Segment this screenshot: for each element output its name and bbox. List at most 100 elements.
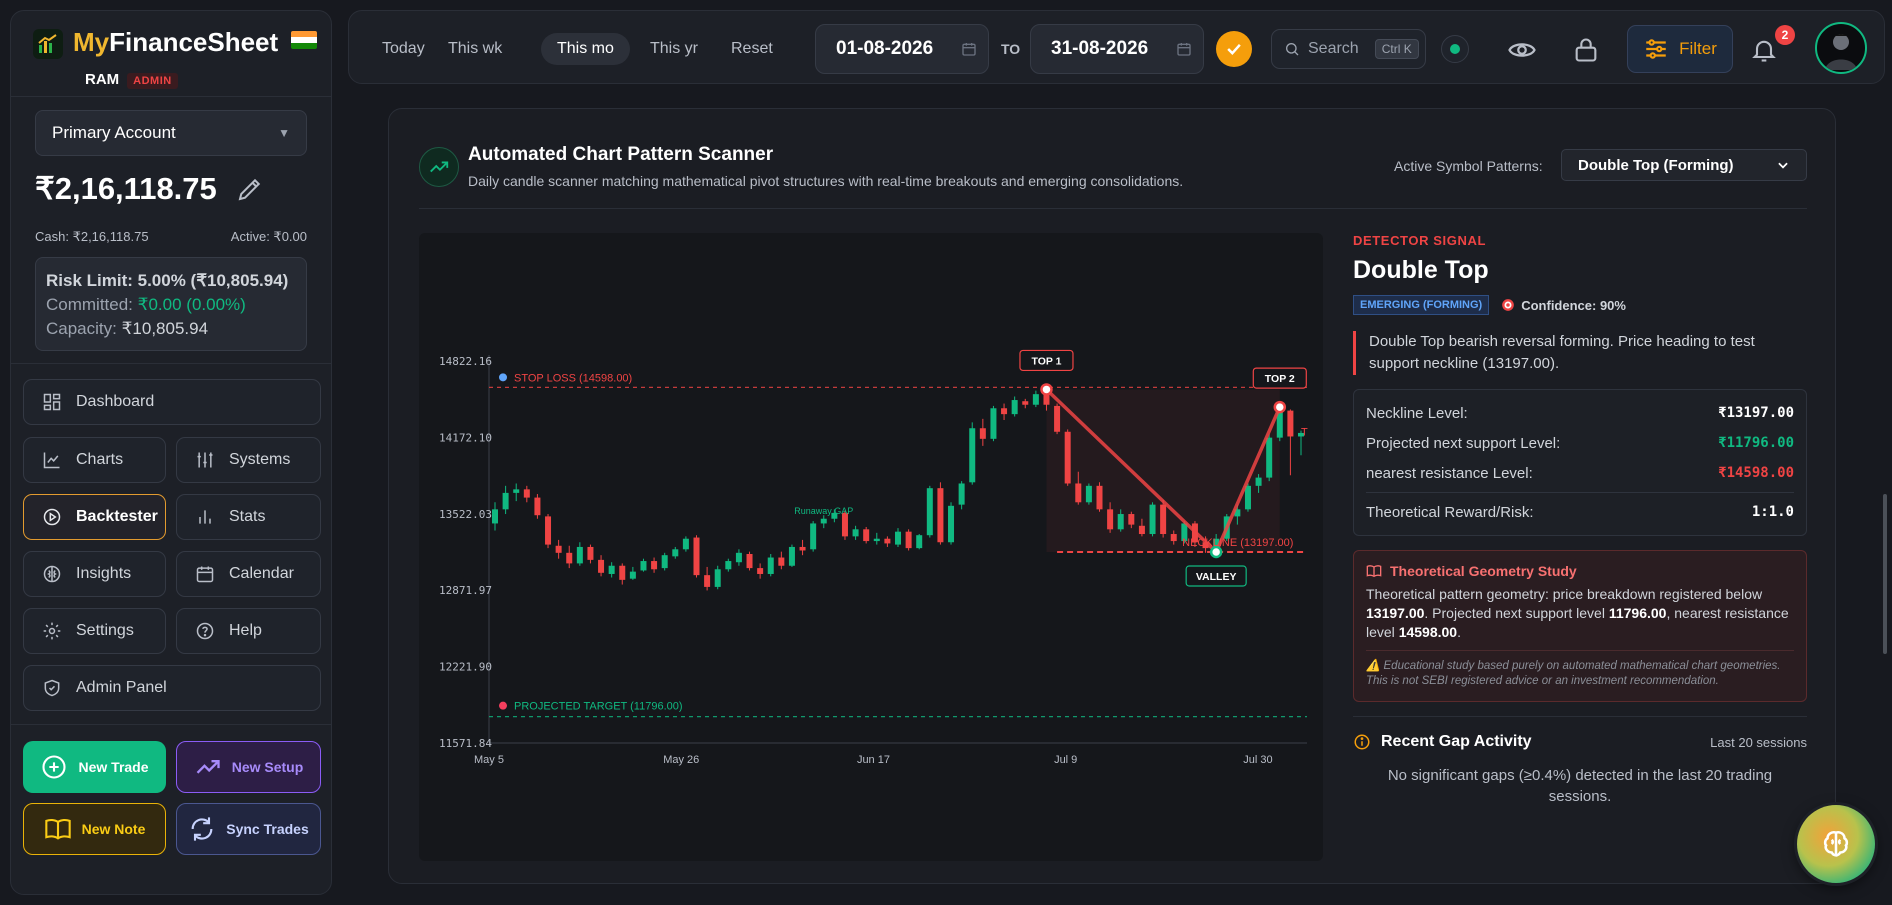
new-setup-button[interactable]: New Setup xyxy=(176,741,321,793)
candle-body xyxy=(778,557,785,566)
chart-logo-icon xyxy=(33,29,63,59)
candle-body xyxy=(1043,394,1050,405)
candle-body xyxy=(1032,394,1039,405)
calendar-icon xyxy=(1177,43,1191,56)
geometry-title: Theoretical Geometry Study xyxy=(1390,563,1577,579)
lock-icon[interactable] xyxy=(1569,33,1603,67)
runaway-gap-label: Runaway GAP xyxy=(794,506,853,516)
filter-button[interactable]: Filter xyxy=(1627,25,1733,73)
gap-activity-title: Recent Gap Activity xyxy=(1381,733,1532,750)
candle-body xyxy=(672,549,679,557)
candle-body xyxy=(895,531,901,545)
eye-icon[interactable] xyxy=(1505,33,1539,67)
candle-body xyxy=(905,531,912,549)
apply-date-button[interactable] xyxy=(1216,31,1252,67)
page-scrollbar[interactable] xyxy=(1883,494,1887,654)
x-tick-label: May 26 xyxy=(663,754,699,766)
pattern-select[interactable]: Double Top (Forming) xyxy=(1561,149,1807,181)
x-tick-label: May 5 xyxy=(474,754,504,766)
gear-icon xyxy=(43,622,61,640)
new-note-button[interactable]: New Note xyxy=(23,803,166,855)
refresh-icon xyxy=(191,817,213,841)
account-select[interactable]: Primary Account ▼ xyxy=(35,110,307,156)
y-tick-label: 14172.10 xyxy=(439,431,492,444)
candle-body xyxy=(608,565,615,574)
candle-body xyxy=(640,561,647,571)
candle-body xyxy=(1149,504,1156,535)
search-input[interactable]: Search Ctrl K xyxy=(1271,29,1426,69)
period-this-week[interactable]: This wk xyxy=(432,33,518,65)
nav-stats[interactable]: Stats xyxy=(176,494,321,540)
nav-help[interactable]: Help xyxy=(176,608,321,654)
avatar[interactable] xyxy=(1815,22,1867,74)
neckline-row: Neckline Level: ₹13197.00 xyxy=(1366,404,1794,422)
resistance-row: nearest resistance Level: ₹14598.00 xyxy=(1366,464,1794,482)
play-circle-icon xyxy=(43,508,61,526)
candle-body xyxy=(735,552,742,563)
candle-body xyxy=(1107,509,1114,530)
nav-admin-panel[interactable]: Admin Panel xyxy=(23,665,321,711)
candle-body xyxy=(523,489,530,498)
candle-body xyxy=(884,538,891,544)
candle-body xyxy=(916,535,923,549)
candle-body xyxy=(1117,514,1124,530)
detector-signal-label: DETECTOR SIGNAL xyxy=(1353,233,1486,248)
candle-body xyxy=(534,497,541,516)
period-today[interactable]: Today xyxy=(366,33,441,65)
calendar-icon xyxy=(196,566,214,583)
user-name: RAM ADMIN xyxy=(85,71,178,89)
date-from-input[interactable]: 01-08-2026 xyxy=(815,24,989,74)
nav-dashboard[interactable]: Dashboard xyxy=(23,379,321,425)
candle-body xyxy=(1075,483,1082,503)
candle-body xyxy=(566,552,573,564)
nav-backtester[interactable]: Backtester xyxy=(23,494,166,540)
period-this-month[interactable]: This mo xyxy=(541,33,630,65)
candle-body xyxy=(598,559,605,573)
candlestick-chart[interactable]: 14822.16 14172.10 13522.03 12871.97 12221.90… xyxy=(419,233,1323,861)
nav-settings[interactable]: Settings xyxy=(23,608,166,654)
candle-body xyxy=(1255,477,1262,486)
candle-body xyxy=(958,483,965,505)
ai-assistant-button[interactable] xyxy=(1797,805,1875,883)
period-reset[interactable]: Reset xyxy=(715,33,789,65)
book-icon xyxy=(1366,565,1382,578)
edit-icon[interactable] xyxy=(235,174,265,204)
book-icon xyxy=(44,819,71,840)
candle-body xyxy=(1064,431,1071,484)
period-this-year[interactable]: This yr xyxy=(634,33,714,65)
pattern-name: Double Top xyxy=(1353,256,1489,284)
y-tick-label: 12871.97 xyxy=(439,584,492,597)
dashboard-icon xyxy=(43,393,61,411)
date-to-input[interactable]: 31-08-2026 xyxy=(1030,24,1204,74)
target-icon xyxy=(1502,299,1515,311)
candle-body xyxy=(492,509,498,524)
sync-trades-button[interactable]: Sync Trades xyxy=(176,803,321,855)
nav-calendar[interactable]: Calendar xyxy=(176,551,321,597)
nav-systems[interactable]: Systems xyxy=(176,437,321,483)
candle-body xyxy=(1011,400,1018,415)
gap-activity-range: Last 20 sessions xyxy=(1710,734,1807,750)
panel-subtitle: Daily candle scanner matching mathematic… xyxy=(468,173,1184,189)
nav-insights[interactable]: Insights xyxy=(23,551,166,597)
stop-loss-label: STOP LOSS (14598.00) xyxy=(514,372,632,384)
check-icon xyxy=(1227,43,1241,55)
candle-body xyxy=(1128,514,1135,525)
trending-up-icon xyxy=(419,147,459,187)
trending-up-icon xyxy=(196,760,220,774)
candle-body xyxy=(1022,401,1029,405)
candle-body xyxy=(1266,437,1273,478)
candle-body xyxy=(852,529,859,537)
nav-charts[interactable]: Charts xyxy=(23,437,166,483)
top-bar: Today This wk This mo This yr Reset 01-0… xyxy=(348,10,1885,84)
candle-body xyxy=(746,553,753,569)
candle-body xyxy=(820,518,827,524)
geometry-study: Theoretical Geometry Study Theoretical p… xyxy=(1353,550,1807,702)
top1-label: TOP 1 xyxy=(1031,355,1061,367)
candle-body xyxy=(1170,534,1177,542)
candle-body xyxy=(1096,485,1103,510)
candle-body xyxy=(979,428,986,439)
y-tick-label: 11571.84 xyxy=(439,737,492,750)
sidebar: MyFinanceSheet RAM ADMIN Primary Account … xyxy=(10,10,332,895)
new-trade-button[interactable]: New Trade xyxy=(23,741,166,793)
candle-body xyxy=(1085,485,1092,503)
